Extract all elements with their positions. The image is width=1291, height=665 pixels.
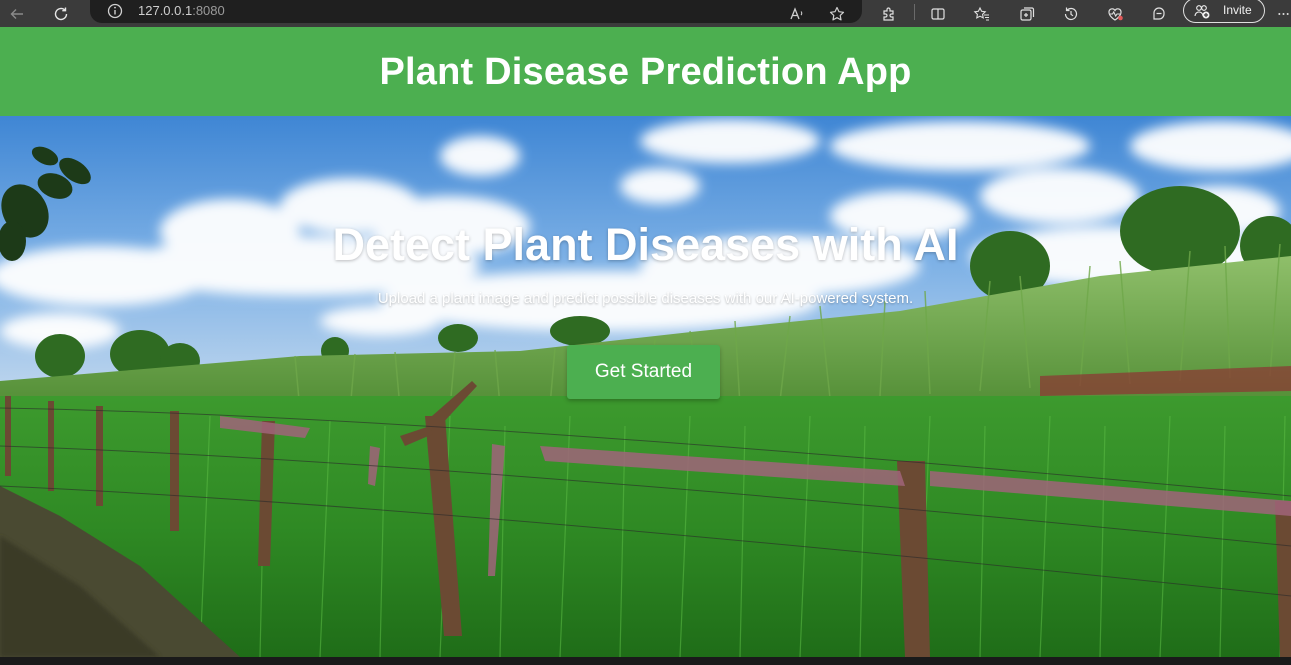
copilot-icon[interactable] <box>1148 0 1170 27</box>
collections-icon[interactable] <box>1016 0 1038 27</box>
favorite-star-icon[interactable] <box>826 0 848 27</box>
hero-subtitle: Upload a plant image and predict possibl… <box>377 290 914 307</box>
app-header: Plant Disease Prediction App <box>0 27 1291 116</box>
hero-content: Detect Plant Diseases with AI Upload a p… <box>0 116 1291 657</box>
more-icon[interactable] <box>1276 0 1291 27</box>
app-title: Plant Disease Prediction App <box>379 51 912 93</box>
hero-section: Detect Plant Diseases with AI Upload a p… <box>0 116 1291 657</box>
bottom-strip <box>0 657 1291 665</box>
history-icon[interactable] <box>1060 0 1082 27</box>
toolbar-divider <box>914 4 915 20</box>
split-screen-icon[interactable] <box>927 0 949 27</box>
url-text[interactable]: 127.0.0.1:8080 <box>138 3 225 18</box>
extensions-icon[interactable] <box>878 0 900 27</box>
info-icon[interactable] <box>106 2 124 20</box>
performance-icon[interactable] <box>1104 0 1126 27</box>
invite-button[interactable]: Invite <box>1183 0 1265 23</box>
read-aloud-icon[interactable] <box>786 0 808 27</box>
url-port: :8080 <box>192 3 225 18</box>
invite-icon <box>1194 5 1210 19</box>
back-icon[interactable] <box>6 0 28 27</box>
browser-toolbar: 127.0.0.1:8080 Invite <box>0 0 1291 27</box>
address-bar[interactable]: 127.0.0.1:8080 <box>90 0 862 23</box>
refresh-icon[interactable] <box>50 0 72 27</box>
get-started-button[interactable]: Get Started <box>567 345 720 399</box>
invite-label: Invite <box>1223 3 1252 17</box>
url-host: 127.0.0.1 <box>138 3 193 18</box>
favorites-icon[interactable] <box>971 0 993 27</box>
hero-heading: Detect Plant Diseases with AI <box>332 219 959 270</box>
